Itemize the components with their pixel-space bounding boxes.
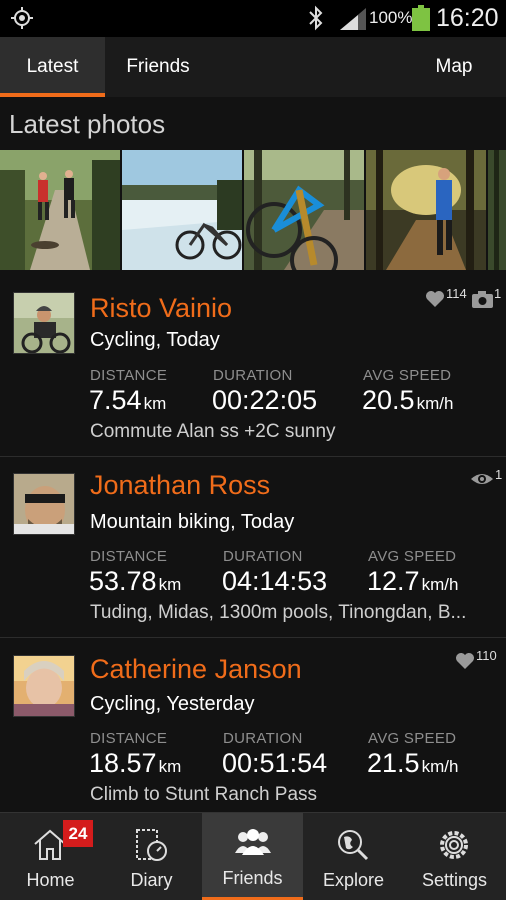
duration-label: DURATION <box>223 730 303 747</box>
heart-icon <box>456 653 474 669</box>
nav-home[interactable]: 24 Home <box>0 813 101 900</box>
nav-friends-label: Friends <box>222 868 283 888</box>
duration-value: 00:51:54 <box>222 748 328 778</box>
likes-count: 114 <box>446 286 467 301</box>
likes-count: 110 <box>476 648 497 663</box>
distance-label: DISTANCE <box>90 548 168 565</box>
avg-speed-unit: km/h <box>421 757 459 776</box>
nav-diary-label: Diary <box>130 870 173 890</box>
avg-speed-number: 21.5 <box>367 748 420 778</box>
feed-item[interactable]: Jonathan Ross Mountain biking, Today 1 D… <box>0 458 506 638</box>
activity-type: Mountain biking, Today <box>90 511 295 533</box>
distance-value: 53.78 km <box>89 566 181 597</box>
nav-explore-label: Explore <box>322 870 385 890</box>
views-count: 1 <box>495 467 503 482</box>
tab-map[interactable]: Map <box>402 37 506 97</box>
activity-description: Tuding, Midas, 1300m pools, Tinongdan, B… <box>90 602 467 623</box>
camera-icon <box>472 291 493 308</box>
friends-icon <box>235 829 271 855</box>
gps-icon <box>11 7 33 29</box>
settings-icon <box>440 831 468 859</box>
distance-number: 53.78 <box>89 566 157 596</box>
distance-value: 7.54 km <box>89 385 166 416</box>
distance-value: 18.57 km <box>89 748 181 779</box>
avg-speed-unit: km/h <box>421 575 459 594</box>
top-tab-bar: Latest Friends Map <box>0 37 506 97</box>
avatar[interactable] <box>13 473 75 535</box>
clock: 16:20 <box>436 4 499 32</box>
nav-home-label: Home <box>26 870 75 890</box>
avg-speed-label: AVG SPEED <box>363 367 452 384</box>
status-bar: 100% 16:20 <box>0 0 506 37</box>
photos-counter[interactable]: 1 <box>472 286 501 308</box>
athlete-name[interactable]: Catherine Janson <box>90 654 302 685</box>
activity-description: Commute Alan ss +2C sunny <box>90 421 336 442</box>
duration-value: 04:14:53 <box>222 566 328 596</box>
views-counter[interactable]: 1 <box>470 467 502 487</box>
avatar[interactable] <box>13 655 75 717</box>
distance-label: DISTANCE <box>90 367 168 384</box>
photo-thumbnail[interactable] <box>244 150 364 270</box>
eye-icon <box>471 474 493 484</box>
distance-unit: km <box>143 394 167 413</box>
bluetooth-icon <box>309 5 323 31</box>
distance-unit: km <box>158 575 182 594</box>
latest-photos-title: Latest photos <box>9 109 166 139</box>
battery-icon <box>412 5 430 31</box>
photo-thumbnail[interactable] <box>366 150 486 270</box>
nav-explore[interactable]: Explore <box>303 813 404 900</box>
photo-thumbnail[interactable] <box>488 150 506 270</box>
activity-type: Cycling, Yesterday <box>90 693 255 715</box>
photo-strip <box>0 150 506 270</box>
duration-value: 00:22:05 <box>212 385 318 415</box>
nav-diary[interactable]: Diary <box>101 813 202 900</box>
battery-percent: 100% <box>369 8 413 27</box>
likes-counter[interactable]: 110 <box>455 648 497 670</box>
nav-friends[interactable]: Friends <box>202 813 303 900</box>
avg-speed-value: 21.5 km/h <box>367 748 458 779</box>
duration-label: DURATION <box>223 548 303 565</box>
avg-speed-number: 12.7 <box>367 566 420 596</box>
avg-speed-number: 20.5 <box>362 385 415 415</box>
avg-speed-label: AVG SPEED <box>368 730 457 747</box>
signal-icon <box>340 8 366 30</box>
duration-label: DURATION <box>213 367 293 384</box>
photo-thumbnail[interactable] <box>0 150 120 270</box>
likes-counter[interactable]: 114 <box>425 286 467 308</box>
tab-friends[interactable]: Friends <box>106 37 210 97</box>
feed-item[interactable]: Catherine Janson Cycling, Yesterday 110 … <box>0 640 506 820</box>
explore-icon <box>338 830 369 861</box>
athlete-name[interactable]: Risto Vainio <box>90 293 232 324</box>
distance-number: 18.57 <box>89 748 157 778</box>
tab-latest[interactable]: Latest <box>0 37 105 97</box>
avg-speed-unit: km/h <box>416 394 454 413</box>
distance-number: 7.54 <box>89 385 142 415</box>
heart-icon <box>426 291 444 307</box>
avatar[interactable] <box>13 292 75 354</box>
diary-icon <box>136 829 167 861</box>
activity-type: Cycling, Today <box>90 329 220 351</box>
avg-speed-label: AVG SPEED <box>368 548 457 565</box>
notification-badge: 24 <box>63 820 93 847</box>
distance-unit: km <box>158 757 182 776</box>
activity-description: Climb to Stunt Ranch Pass <box>90 784 318 805</box>
athlete-name[interactable]: Jonathan Ross <box>90 470 270 501</box>
photo-thumbnail[interactable] <box>122 150 242 270</box>
nav-settings[interactable]: Settings <box>404 813 505 900</box>
bottom-navigation: 24 Home Diary Friends Explore Settings <box>0 812 506 900</box>
photos-count: 1 <box>494 286 502 301</box>
distance-label: DISTANCE <box>90 730 168 747</box>
nav-settings-label: Settings <box>421 870 488 890</box>
avg-speed-value: 20.5 km/h <box>362 385 453 416</box>
feed-item[interactable]: Risto Vainio Cycling, Today 114 1 DISTAN… <box>0 277 506 457</box>
avg-speed-value: 12.7 km/h <box>367 566 458 597</box>
